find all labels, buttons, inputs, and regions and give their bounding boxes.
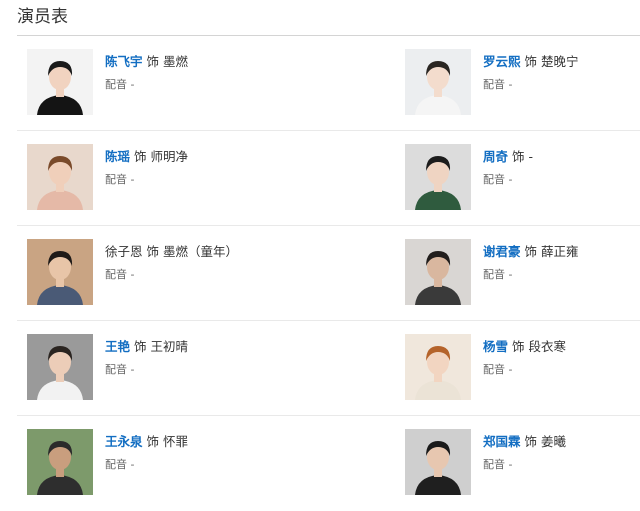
actor-name: 徐子恩 (105, 244, 143, 259)
voice-actor: - (508, 268, 513, 281)
role-word: 饰 (130, 149, 151, 164)
actor-role-line: 徐子恩 饰 墨燃（童年） (105, 241, 238, 260)
cast-card: 郑国霖 饰 姜曦 配音 - (405, 416, 640, 511)
actor-role-line: 罗云熙 饰 楚晚宁 (483, 51, 578, 70)
actor-photo[interactable] (27, 429, 93, 495)
actor-role-line: 杨雪 饰 段衣寒 (483, 336, 566, 355)
voice-label: 配音 (105, 173, 127, 186)
actor-photo[interactable] (27, 49, 93, 115)
role-word: 饰 (520, 54, 541, 69)
role-word: 饰 (130, 339, 151, 354)
voice-label: 配音 (105, 363, 127, 376)
actor-role-line: 陈飞宇 饰 墨燃 (105, 51, 188, 70)
voice-line: 配音 - (483, 76, 512, 92)
cast-grid: 陈飞宇 饰 墨燃 配音 - 罗云熙 饰 楚晚宁 配音 - 陈瑶 饰 师明净 配音 - 周奇 … (0, 36, 640, 511)
voice-label: 配音 (105, 458, 127, 471)
role-word: 饰 (508, 149, 529, 164)
actor-name-link[interactable]: 郑国霖 (483, 434, 521, 449)
actor-photo[interactable] (405, 429, 471, 495)
voice-line: 配音 - (105, 456, 134, 472)
voice-label: 配音 (483, 363, 505, 376)
actor-photo[interactable] (405, 239, 471, 305)
voice-line: 配音 - (483, 266, 512, 282)
actor-name-link[interactable]: 王艳 (105, 339, 130, 354)
role-name: 薛正雍 (540, 244, 579, 259)
actor-photo[interactable] (405, 144, 471, 210)
cast-row: 陈瑶 饰 师明净 配音 - 周奇 饰 - 配音 - (0, 131, 640, 226)
role-name: 师明净 (150, 149, 188, 164)
voice-label: 配音 (105, 78, 127, 91)
voice-actor: - (130, 268, 135, 281)
role-word: 饰 (508, 339, 529, 354)
cast-section-title: 演员表 (17, 7, 68, 27)
cast-card: 谢君豪 饰 薛正雍 配音 - (405, 226, 640, 321)
voice-actor: - (130, 363, 135, 376)
voice-actor: - (508, 363, 513, 376)
voice-line: 配音 - (105, 266, 134, 282)
role-name: - (528, 149, 533, 164)
cast-card: 王艳 饰 王初晴 配音 - (27, 321, 327, 416)
actor-name-link[interactable]: 陈飞宇 (105, 54, 143, 69)
actor-role-line: 周奇 饰 - (483, 146, 533, 165)
actor-name-link[interactable]: 罗云熙 (483, 54, 521, 69)
voice-line: 配音 - (105, 171, 134, 187)
cast-card: 徐子恩 饰 墨燃（童年） 配音 - (27, 226, 327, 321)
voice-label: 配音 (483, 78, 505, 91)
voice-line: 配音 - (483, 361, 512, 377)
voice-label: 配音 (483, 173, 505, 186)
role-name: 段衣寒 (528, 339, 566, 354)
cast-card: 陈瑶 饰 师明净 配音 - (27, 131, 327, 226)
voice-line: 配音 - (105, 361, 134, 377)
voice-line: 配音 - (105, 76, 134, 92)
actor-name-link[interactable]: 陈瑶 (105, 149, 130, 164)
cast-card: 杨雪 饰 段衣寒 配音 - (405, 321, 640, 416)
actor-role-line: 陈瑶 饰 师明净 (105, 146, 188, 165)
cast-row: 陈飞宇 饰 墨燃 配音 - 罗云熙 饰 楚晚宁 配音 - (0, 36, 640, 131)
actor-name-link[interactable]: 谢君豪 (483, 244, 521, 259)
voice-label: 配音 (483, 268, 505, 281)
role-name: 楚晚宁 (540, 54, 579, 69)
voice-actor: - (508, 458, 513, 471)
cast-card: 罗云熙 饰 楚晚宁 配音 - (405, 36, 640, 131)
cast-card: 周奇 饰 - 配音 - (405, 131, 640, 226)
actor-photo[interactable] (405, 49, 471, 115)
role-word: 饰 (520, 244, 541, 259)
actor-photo[interactable] (27, 334, 93, 400)
role-name: 怀罪 (162, 434, 188, 449)
voice-actor: - (508, 173, 513, 186)
actor-name-link[interactable]: 周奇 (483, 149, 508, 164)
actor-name-link[interactable]: 王永泉 (105, 434, 143, 449)
cast-card: 陈飞宇 饰 墨燃 配音 - (27, 36, 327, 131)
voice-label: 配音 (105, 268, 127, 281)
actor-photo[interactable] (405, 334, 471, 400)
actor-name-link[interactable]: 杨雪 (483, 339, 508, 354)
cast-row: 王永泉 饰 怀罪 配音 - 郑国霖 饰 姜曦 配音 - (0, 416, 640, 511)
voice-label: 配音 (483, 458, 505, 471)
voice-line: 配音 - (483, 171, 512, 187)
role-word: 饰 (520, 434, 541, 449)
voice-actor: - (508, 78, 513, 91)
role-name: 墨燃（童年） (162, 244, 238, 259)
actor-photo[interactable] (27, 144, 93, 210)
voice-actor: - (130, 78, 135, 91)
actor-photo[interactable] (27, 239, 93, 305)
cast-card: 王永泉 饰 怀罪 配音 - (27, 416, 327, 511)
role-word: 饰 (142, 54, 163, 69)
actor-role-line: 王艳 饰 王初晴 (105, 336, 188, 355)
actor-role-line: 谢君豪 饰 薛正雍 (483, 241, 578, 260)
role-word: 饰 (142, 434, 163, 449)
role-word: 饰 (142, 244, 163, 259)
cast-row: 王艳 饰 王初晴 配音 - 杨雪 饰 段衣寒 配音 - (0, 321, 640, 416)
voice-actor: - (130, 458, 135, 471)
role-name: 姜曦 (540, 434, 566, 449)
actor-role-line: 王永泉 饰 怀罪 (105, 431, 188, 450)
voice-actor: - (130, 173, 135, 186)
role-name: 墨燃 (162, 54, 188, 69)
actor-role-line: 郑国霖 饰 姜曦 (483, 431, 566, 450)
role-name: 王初晴 (150, 339, 188, 354)
voice-line: 配音 - (483, 456, 512, 472)
cast-row: 徐子恩 饰 墨燃（童年） 配音 - 谢君豪 饰 薛正雍 配音 - (0, 226, 640, 321)
